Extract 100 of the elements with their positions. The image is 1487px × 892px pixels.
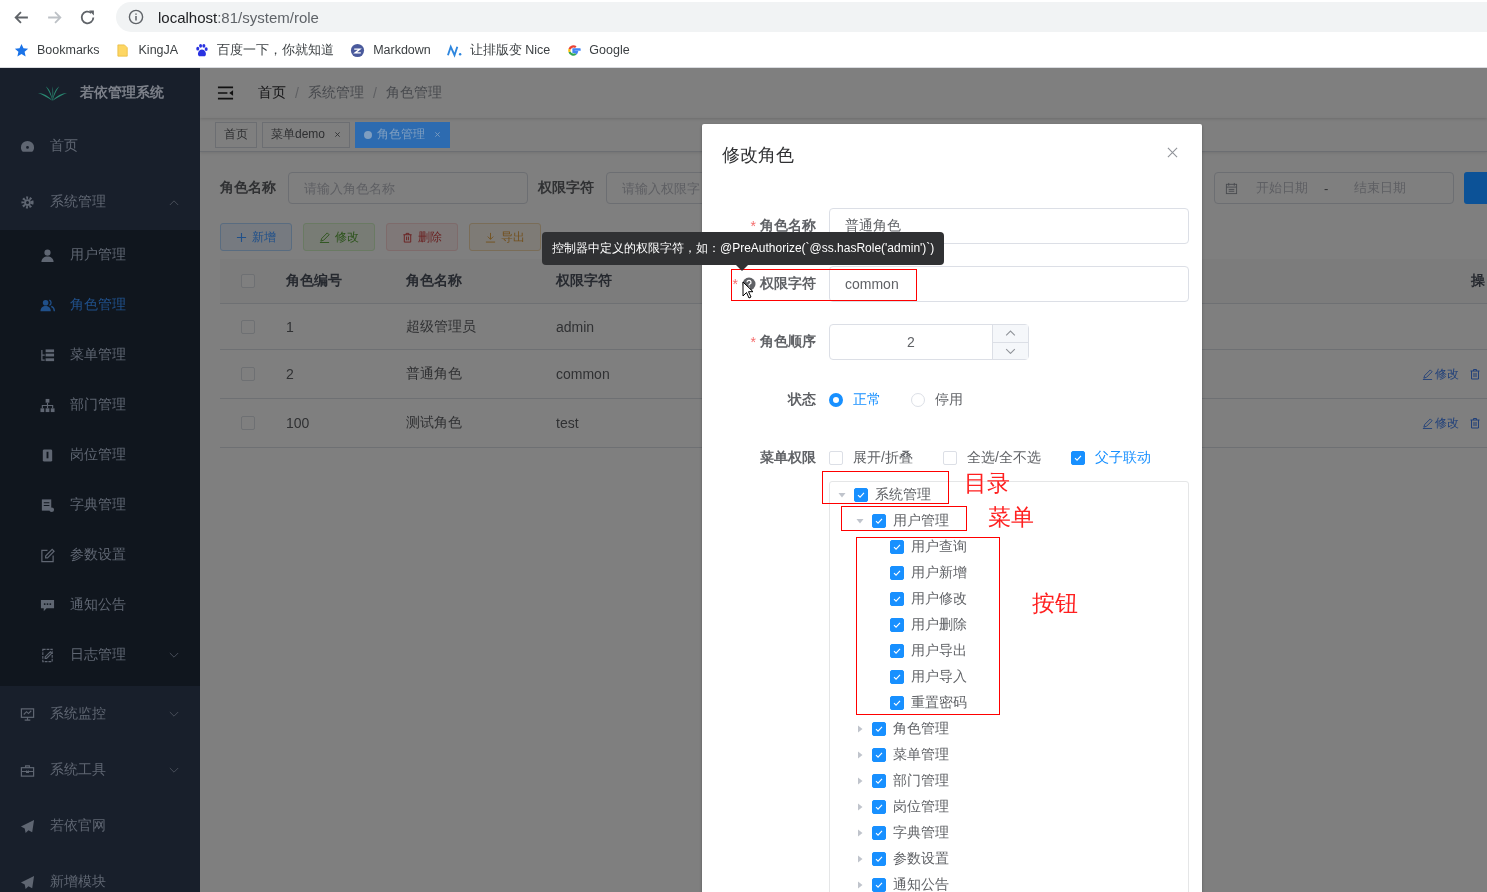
menu-item[interactable]: 岗位管理 [0,430,200,480]
radio-label[interactable]: 停用 [935,391,963,409]
breadcrumb-item[interactable]: 首页 [258,84,286,102]
chevron-down-icon [169,710,179,718]
tree-node-label[interactable]: 系统管理 [875,486,931,504]
number-field[interactable]: 2 [829,324,1029,360]
field-label: 角色顺序 [760,333,816,351]
tree-node-label[interactable]: 用户管理 [893,512,949,530]
bookmark[interactable]: KingJA [115,42,179,58]
round-logo-icon [350,42,366,58]
field-label: 状态 [788,391,816,409]
bookmark[interactable]: 百度一下，你就知道 [194,41,335,59]
paper-plane-icon [20,874,35,890]
menu-item[interactable]: 部门管理 [0,380,200,430]
tree-node-label[interactable]: 用户删除 [911,616,967,634]
g-logo-icon [566,42,582,58]
table-cell: 2 [286,366,294,382]
tree-node-label[interactable]: 通知公告 [893,876,949,892]
checkbox[interactable] [872,878,886,892]
tree-node-label[interactable]: 用户查询 [911,538,967,556]
tree-node-label[interactable]: 参数设置 [893,850,949,868]
menu-item[interactable]: 参数设置 [0,530,200,580]
trash-icon[interactable] [1469,368,1481,380]
checkbox-label[interactable]: 全选/全不选 [966,449,1041,467]
field-label: 角色名称 [760,217,816,235]
table-cell: 1 [286,318,294,335]
tree-node-label[interactable]: 部门管理 [893,772,949,790]
menu-item[interactable]: 通知公告 [0,580,200,630]
checkbox[interactable] [872,722,886,736]
close-icon[interactable] [334,131,342,138]
tree-node-label[interactable]: 用户导出 [911,642,967,660]
menu-item[interactable]: 字典管理 [0,480,200,530]
bookmark[interactable]: Markdown [350,42,431,58]
tree-node-label[interactable]: 岗位管理 [893,798,949,816]
close-icon[interactable] [1167,147,1178,158]
checkbox[interactable] [890,540,904,554]
plus-icon [236,231,247,243]
checkbox-label[interactable]: 展开/折叠 [853,449,913,467]
table-cell: admin [556,318,595,335]
checkbox[interactable] [872,826,886,840]
checkbox[interactable] [872,800,886,814]
checkbox[interactable] [890,618,904,632]
pencil-icon [1422,417,1433,429]
dot-icon [364,130,373,139]
checkbox[interactable] [872,852,886,866]
text-field[interactable]: common [829,266,1189,302]
field-label: 权限字符 [760,275,816,293]
toolbox-icon [20,762,35,778]
menu-icon[interactable] [217,86,234,100]
checkbox[interactable] [890,670,904,684]
tree-node-label[interactable]: 用户修改 [911,590,967,608]
tree-node-label[interactable]: 用户新增 [911,564,967,582]
radio-button[interactable] [829,393,843,407]
required-mark: * [732,276,738,292]
wave-logo-icon [446,42,462,58]
checkbox[interactable] [1070,451,1085,465]
log-icon [40,647,55,663]
chevron-down-icon [169,766,179,774]
menu-item[interactable]: 日志管理 [0,630,200,680]
checkbox[interactable] [872,774,886,788]
tree-node-label[interactable]: 菜单管理 [893,746,949,764]
folder-icon [115,42,131,58]
page-tab[interactable]: 菜单demo [262,121,351,148]
tooltip: 控制器中定义的权限字符，如：@PreAuthorize(`@ss.hasRole('admin')`) [542,232,945,265]
document-icon [40,497,55,513]
tree-node-label[interactable]: 角色管理 [893,720,949,738]
users-icon [40,297,55,313]
checkbox[interactable] [890,566,904,580]
checkbox[interactable] [872,514,886,528]
checkbox[interactable] [890,644,904,658]
table-cell: 100 [286,415,310,431]
pencil-icon [319,231,330,243]
annotation-label: 按钮 [1032,590,1078,618]
page-tab[interactable]: 首页 [215,121,257,148]
table-cell: 超级管理员 [406,317,476,334]
settings-icon [20,194,35,210]
checkbox[interactable] [854,488,868,502]
annotation-label: 目录 [964,470,1010,498]
address-bar[interactable]: localhost:81/system/role [116,2,1487,32]
column-header: 操 [1471,272,1485,288]
checkbox-label[interactable]: 父子联动 [1094,449,1151,467]
tree-node-label[interactable]: 用户导入 [911,668,967,686]
cursor-icon [742,281,754,299]
reload-icon[interactable] [79,8,96,26]
checkbox[interactable] [890,696,904,710]
bookmark[interactable]: Google [566,42,630,58]
bookmark[interactable]: Bookmarks [14,42,100,58]
trash-icon[interactable] [1469,417,1481,429]
menu-item[interactable]: 菜单管理 [0,330,200,380]
tree-node-label[interactable]: 重置密码 [911,694,967,712]
chat-icon [40,597,55,613]
chevron-down-icon [169,651,179,659]
radio-label[interactable]: 正常 [853,391,881,409]
paw-icon [194,42,210,58]
tree-node-label[interactable]: 字典管理 [893,824,949,842]
checkbox[interactable] [890,592,904,606]
checkbox[interactable] [872,748,886,762]
dashboard-icon [20,138,35,154]
bookmark[interactable]: 让排版变 Nice [446,41,551,59]
close-icon[interactable] [434,131,442,138]
